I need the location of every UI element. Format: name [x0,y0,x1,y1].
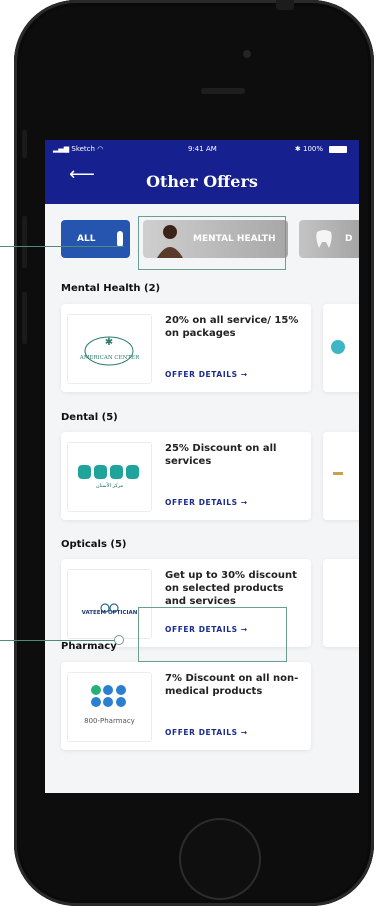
status-time: 9:41 AM [188,145,217,153]
carrier-label: ▂▄▆ Sketch ◠ [53,145,104,153]
section-title-pharmacy: Pharmacy [61,641,117,652]
pharmacy-logo-icon [91,685,126,707]
offer-details-link[interactable]: OFFER DETAILS → [165,728,248,737]
callout-highlight-offer [138,607,287,662]
offer-card-peek[interactable] [323,559,359,647]
provider-logo: ✱ AMERICAN CENTER [67,314,152,384]
logo-text: 800-Pharmacy [84,717,135,725]
home-button[interactable] [179,818,261,900]
tooth-icon [316,230,332,248]
battery-icon [329,146,347,153]
offer-details-link[interactable]: OFFER DETAILS → [165,370,248,379]
offer-card[interactable]: مركز الأسنان 25% Discount on all service… [61,432,311,520]
callout-dot [114,635,124,645]
logo-text: AMERICAN CENTER [79,355,140,361]
american-center-logo-icon: ✱ [84,336,134,366]
section-title-opticals: Opticals (5) [61,539,127,550]
app-header: ▂▄▆ Sketch ◠ 9:41 AM ✱ 100% ⟵ Other Offe… [45,140,359,204]
svg-text:✱: ✱ [105,337,113,348]
front-camera [243,50,251,58]
offer-description: 25% Discount on all services [165,443,277,467]
teeth-logo-icon [78,465,139,479]
logo-peek-icon [333,472,343,475]
earpiece [201,88,245,94]
callout-line-offer [0,640,116,641]
section-title-dental: Dental (5) [61,412,118,423]
offer-card-peek[interactable] [323,432,359,520]
phone-top-button [276,0,294,10]
volume-up-button [22,216,27,268]
logo-text: مركز الأسنان [95,483,124,489]
offer-card-peek[interactable] [323,304,359,392]
section-title-mental-health: Mental Health (2) [61,283,161,294]
filter-dental-button[interactable]: D [299,220,359,258]
callout-highlight-filter [138,216,286,270]
battery-label: ✱ 100% [294,145,323,153]
offer-card[interactable]: 800-Pharmacy 7% Discount on all non-medi… [61,662,311,750]
filter-dental-label: D [345,234,353,244]
mute-switch [22,130,27,158]
offer-card[interactable]: ✱ AMERICAN CENTER 20% on all service/ 15… [61,304,311,392]
status-bar: ▂▄▆ Sketch ◠ 9:41 AM ✱ 100% [45,144,359,156]
logo-peek-icon [331,340,345,354]
provider-logo: مركز الأسنان [67,442,152,512]
offer-details-link[interactable]: OFFER DETAILS → [165,498,248,507]
offer-description: 20% on all service/ 15% on packages [165,315,299,339]
filter-all-button[interactable]: ALL [61,220,130,258]
page-title: Other Offers [146,172,258,191]
toggle-indicator [117,231,123,247]
volume-down-button [22,292,27,344]
provider-logo: 800-Pharmacy [67,672,152,742]
offer-description: 7% Discount on all non-medical products [165,673,299,697]
offer-description: Get up to 30% discount on selected produ… [165,570,297,607]
callout-line-filter [0,246,124,247]
filter-all-label: ALL [77,234,96,244]
